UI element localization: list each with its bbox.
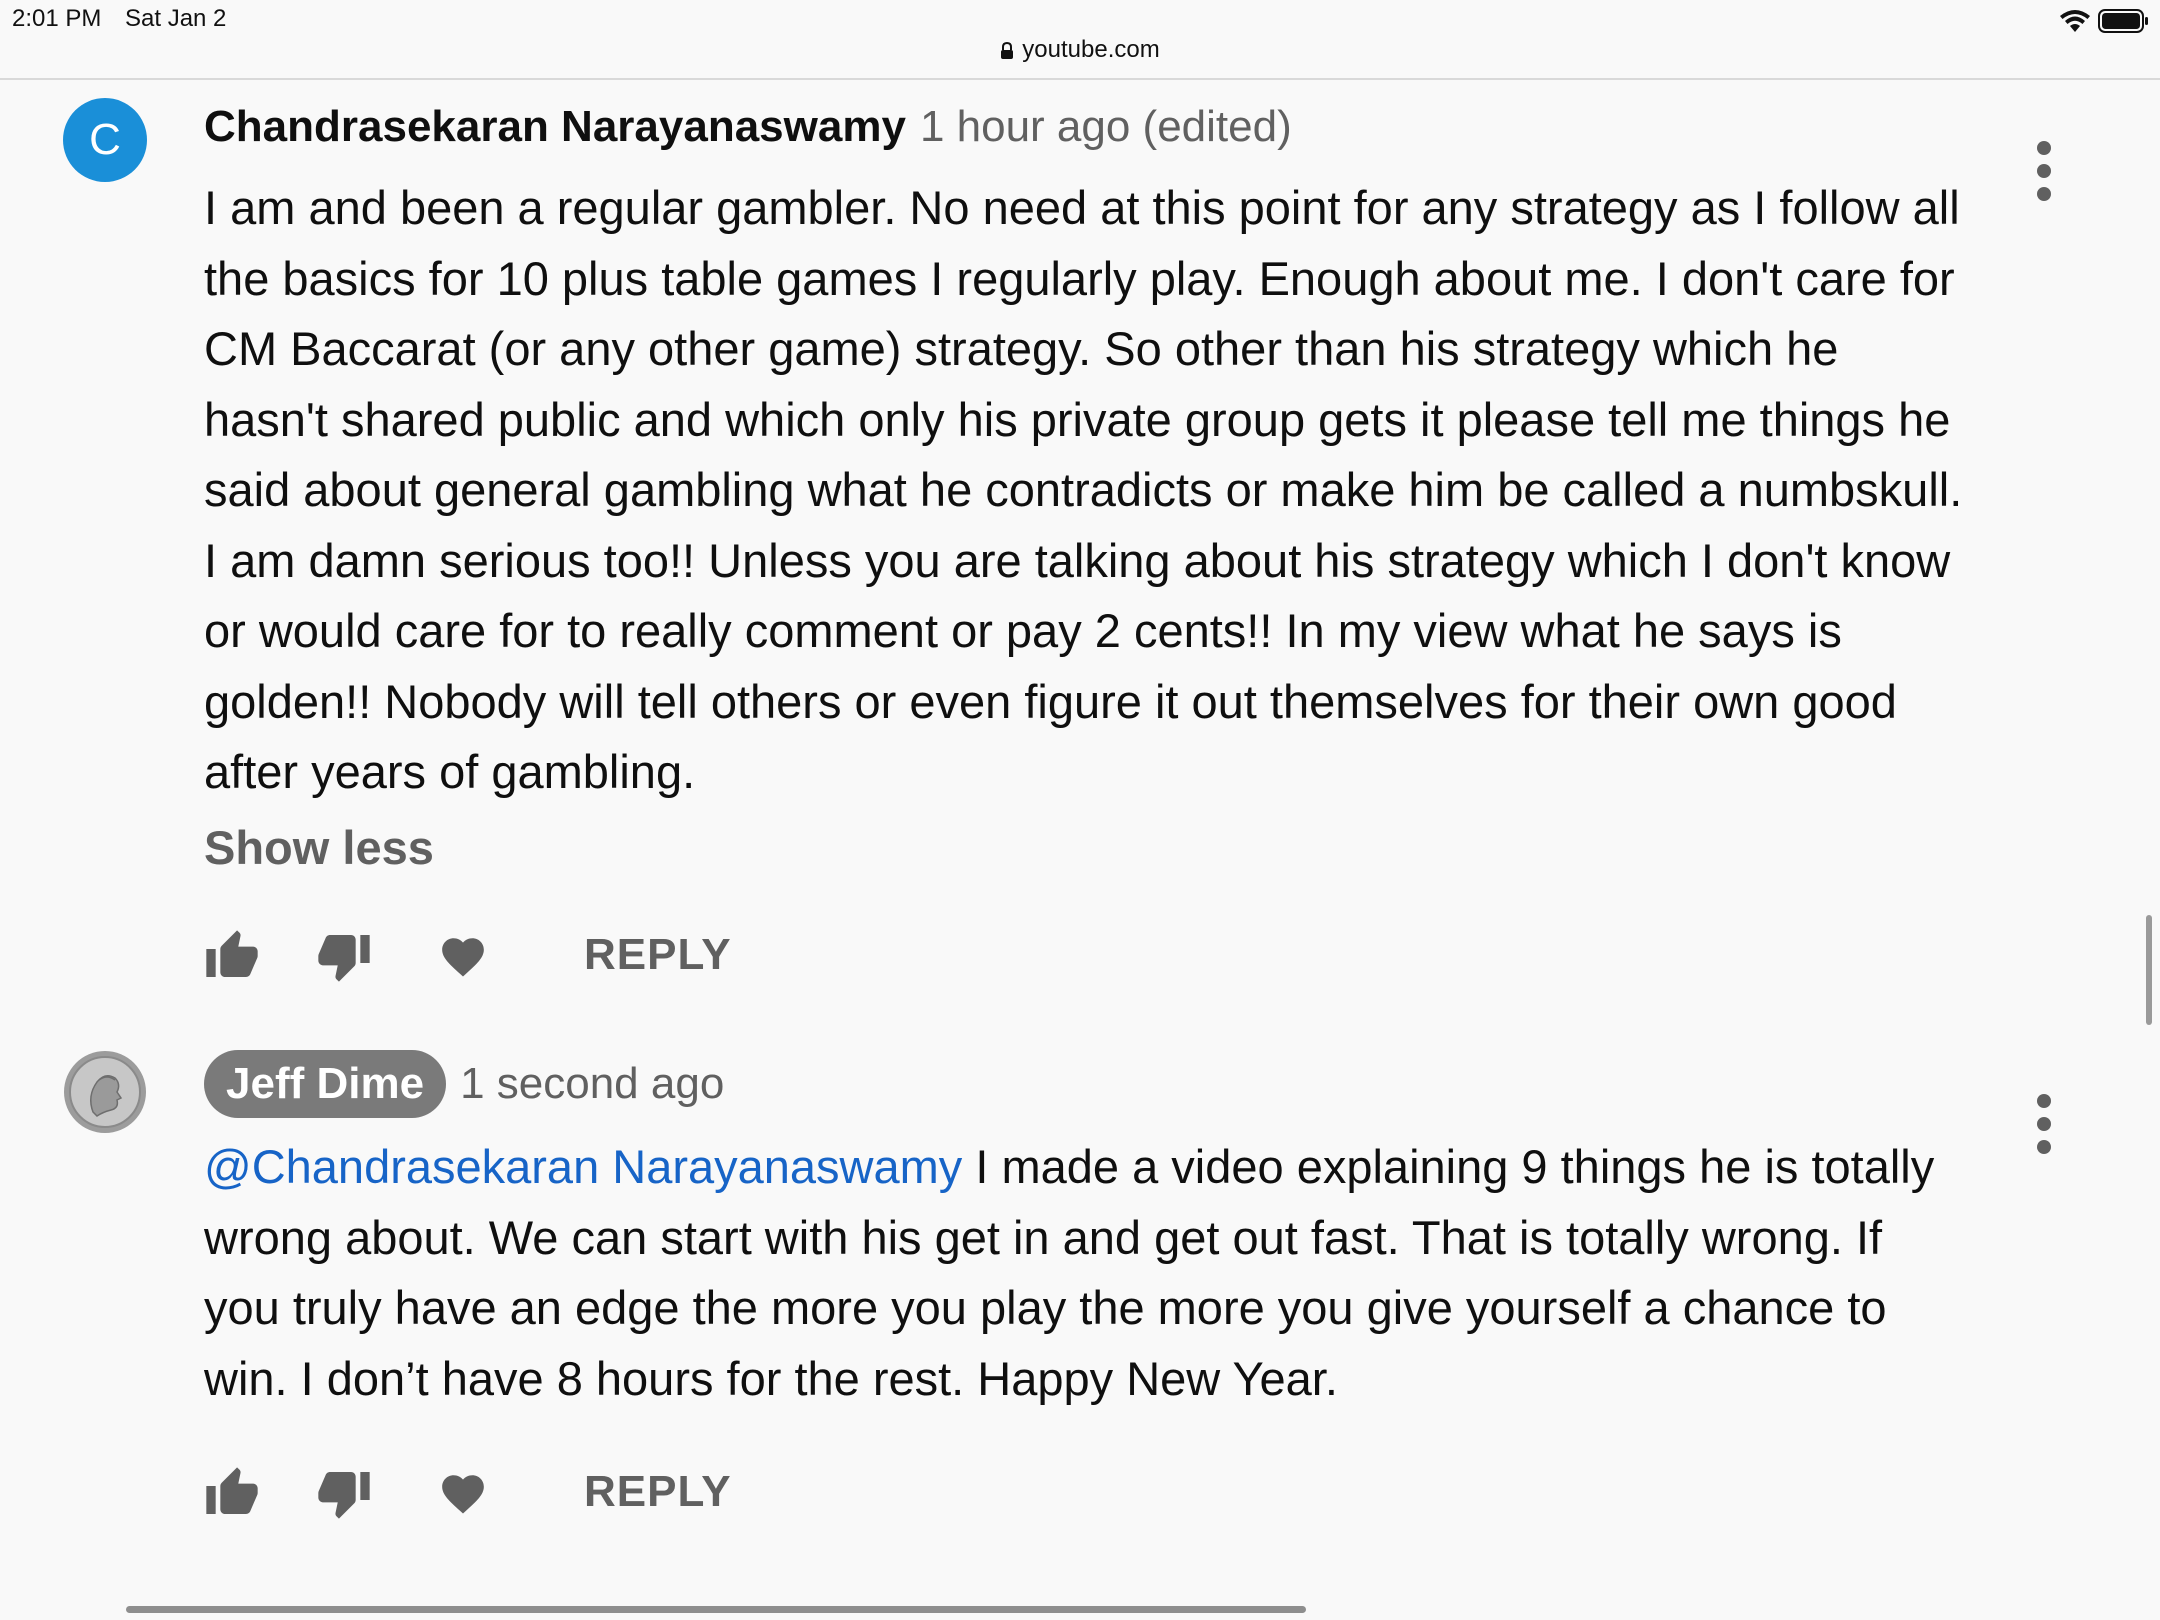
status-bar: 2:01 PM Sat Jan 2	[0, 0, 2160, 38]
thumbs-down-icon[interactable]	[316, 928, 372, 984]
url-text: youtube.com	[1022, 36, 1160, 63]
avatar[interactable]	[63, 1050, 147, 1134]
mention-link[interactable]: @Chandrasekaran Narayanaswamy	[204, 1140, 962, 1193]
comment-text: @Chandrasekaran Narayanaswamy I made a v…	[204, 1132, 1964, 1414]
thumbs-up-icon[interactable]	[204, 1465, 260, 1521]
vertical-scrollbar[interactable]	[2146, 915, 2152, 1025]
show-less-button[interactable]: Show less	[204, 820, 434, 875]
thumbs-up-icon[interactable]	[204, 928, 260, 984]
comment-author[interactable]: Chandrasekaran Narayanaswamy	[204, 102, 906, 151]
comment-header: Jeff Dime 1 second ago	[204, 1050, 724, 1118]
horizontal-scrollbar[interactable]	[126, 1606, 1306, 1613]
comment-author[interactable]: Jeff Dime	[204, 1050, 447, 1118]
url-bar[interactable]: youtube.com	[0, 36, 2160, 64]
thumbs-down-icon[interactable]	[316, 1465, 372, 1521]
comment-text: I am and been a regular gambler. No need…	[204, 181, 1963, 798]
header-divider	[0, 78, 2160, 80]
wifi-icon	[2060, 10, 2090, 32]
comment-header: Chandrasekaran Narayanaswamy 1 hour ago (…	[204, 102, 1292, 152]
status-date: Sat Jan 2	[125, 5, 227, 32]
lock-icon	[1001, 41, 1014, 59]
reply-button[interactable]: REPLY	[584, 1467, 732, 1517]
reply-button[interactable]: REPLY	[584, 930, 732, 980]
comment-timestamp: 1 hour ago (edited)	[919, 102, 1292, 151]
more-options-icon[interactable]	[2030, 141, 2058, 211]
more-options-icon[interactable]	[2030, 1094, 2058, 1164]
battery-icon	[2098, 9, 2148, 33]
heart-icon[interactable]	[438, 932, 488, 982]
heart-icon[interactable]	[438, 1469, 488, 1519]
avatar[interactable]: C	[63, 98, 147, 182]
comment-timestamp: 1 second ago	[460, 1059, 725, 1108]
status-time: 2:01 PM	[12, 5, 102, 32]
